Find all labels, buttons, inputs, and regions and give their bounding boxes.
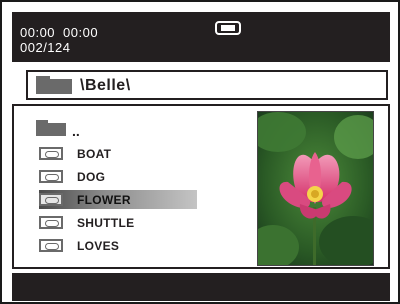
parent-folder-item[interactable]: .. <box>36 118 96 140</box>
lotus-flower-thumbnail <box>258 112 373 265</box>
battery-level <box>221 25 235 31</box>
image-file-icon <box>39 239 63 252</box>
file-name: DOG <box>77 170 106 184</box>
image-file-icon <box>39 170 63 183</box>
total-time: 00:00 <box>63 25 99 40</box>
list-item[interactable]: SHUTTLE <box>39 213 199 233</box>
status-bar: 00:00 00:00 002/124 <box>12 12 390 62</box>
current-path: \Belle\ <box>80 77 131 94</box>
folder-icon <box>36 120 66 136</box>
file-name: SHUTTLE <box>77 216 135 230</box>
track-counter: 002/124 <box>20 40 71 55</box>
file-name: FLOWER <box>77 193 131 207</box>
file-name: BOAT <box>77 147 112 161</box>
file-name: LOVES <box>77 239 120 253</box>
image-preview <box>257 111 374 266</box>
path-bar: \Belle\ <box>26 70 388 100</box>
image-file-icon <box>39 193 63 206</box>
info-bar <box>12 273 390 301</box>
parent-folder-label: .. <box>72 123 80 139</box>
list-item[interactable]: LOVES <box>39 236 199 256</box>
battery-icon <box>215 21 241 35</box>
list-item[interactable]: BOAT <box>39 144 199 164</box>
image-file-icon <box>39 216 63 229</box>
image-file-icon <box>39 147 63 160</box>
time-display: 00:00 00:00 <box>20 26 106 40</box>
device-screen: 00:00 00:00 002/124 \Belle\ .. BOAT DOG … <box>0 0 400 304</box>
list-item[interactable]: DOG <box>39 167 199 187</box>
file-browser: .. BOAT DOG FLOWER SHUTTLE LOVES <box>12 104 390 269</box>
folder-icon <box>36 76 72 94</box>
elapsed-time: 00:00 <box>20 25 56 40</box>
list-item-selected[interactable]: FLOWER <box>39 190 199 210</box>
